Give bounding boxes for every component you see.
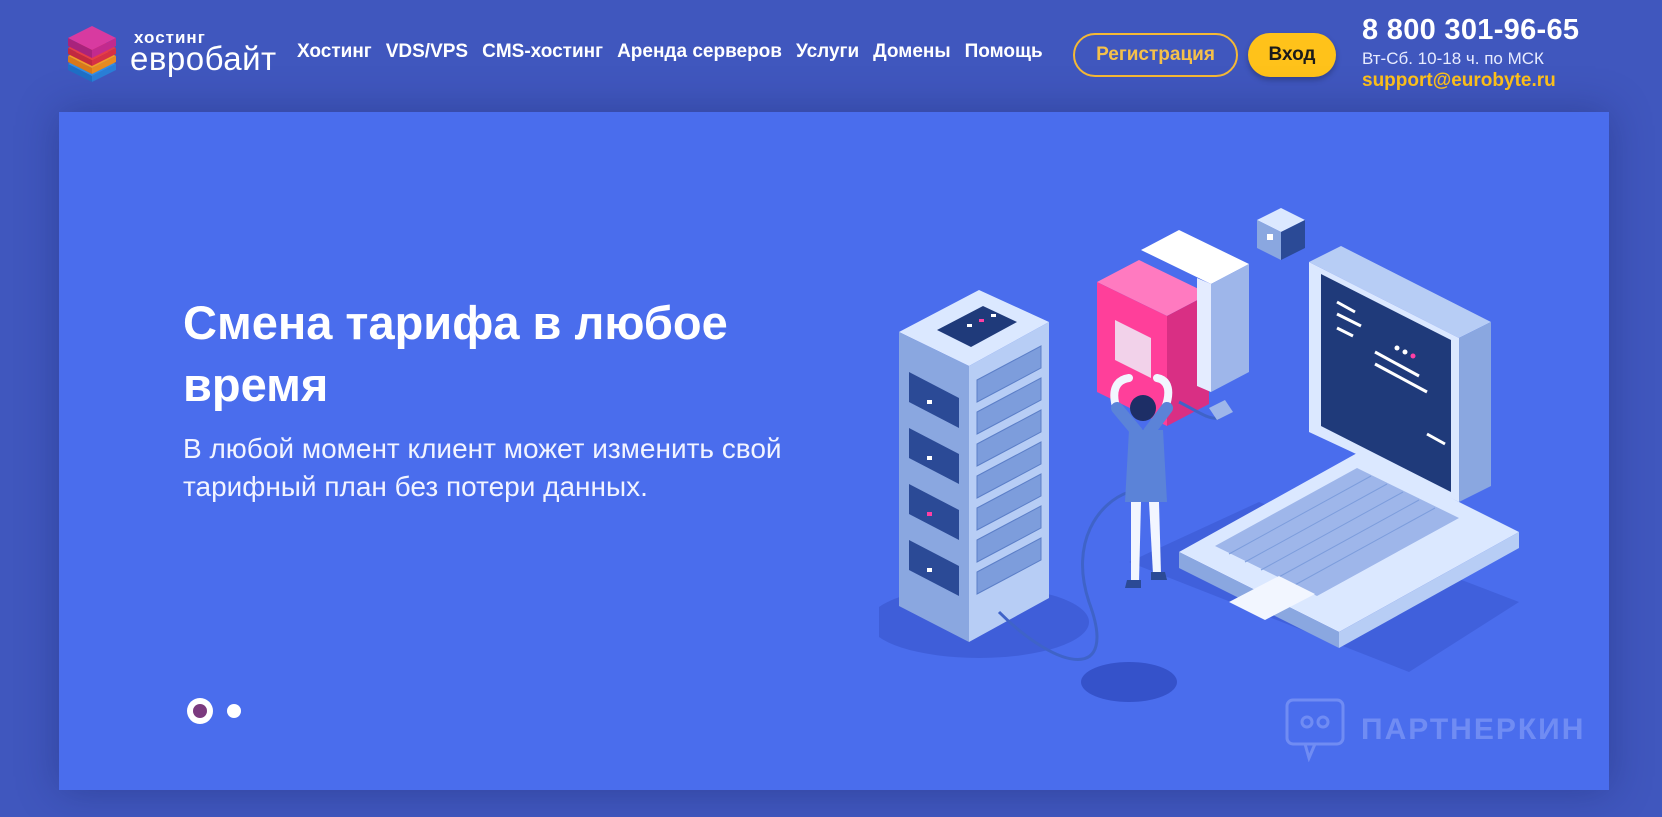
login-button[interactable]: Вход <box>1248 33 1336 77</box>
support-email[interactable]: support@eurobyte.ru <box>1362 70 1652 92</box>
working-hours: Вт-Сб. 10-18 ч. по МСК <box>1362 49 1544 68</box>
watermark: ПАРТНЕРКИН <box>1285 698 1585 762</box>
nav-item-hosting[interactable]: Хостинг <box>297 41 372 63</box>
hero-slider: Смена тарифа в любое время В любой момен… <box>59 112 1609 790</box>
logo-big-text: евробайт <box>130 40 277 77</box>
watermark-text: ПАРТНЕРКИН <box>1361 713 1586 746</box>
nav-item-vds-vps[interactable]: VDS/VPS <box>386 41 468 63</box>
register-button[interactable]: Регистрация <box>1073 33 1238 77</box>
contacts: 8 800 301-96-65 Вт-Сб. 10-18 ч. по МСК s… <box>1362 14 1652 92</box>
nav-item-domains[interactable]: Домены <box>873 41 950 63</box>
logo[interactable]: хостинг евробайт <box>62 24 276 84</box>
hero-subtitle: В любой момент клиент может изменить сво… <box>183 433 782 502</box>
slider-dot-1-inner <box>193 704 207 718</box>
slider-dots <box>187 698 241 724</box>
site-header: хостинг евробайт Хостинг VDS/VPS CMS-хос… <box>0 0 1662 112</box>
slider-dot-1[interactable] <box>187 698 213 724</box>
hosting-illustration <box>869 202 1599 742</box>
nav-item-help[interactable]: Помощь <box>965 41 1043 63</box>
nav-item-cms-hosting[interactable]: CMS-хостинг <box>482 41 603 63</box>
logo-cube-icon <box>62 24 122 84</box>
slider-dot-2[interactable] <box>227 704 241 718</box>
phone-number[interactable]: 8 800 301-96-65 <box>1362 14 1652 47</box>
hero-title: Смена тарифа в любое время <box>183 296 728 411</box>
nav-item-server-rental[interactable]: Аренда серверов <box>617 41 782 63</box>
main-nav: Хостинг VDS/VPS CMS-хостинг Аренда серве… <box>297 41 1057 63</box>
nav-item-services[interactable]: Услуги <box>796 41 859 63</box>
watermark-chat-icon <box>1285 698 1345 762</box>
logo-text: хостинг евробайт <box>126 24 276 84</box>
